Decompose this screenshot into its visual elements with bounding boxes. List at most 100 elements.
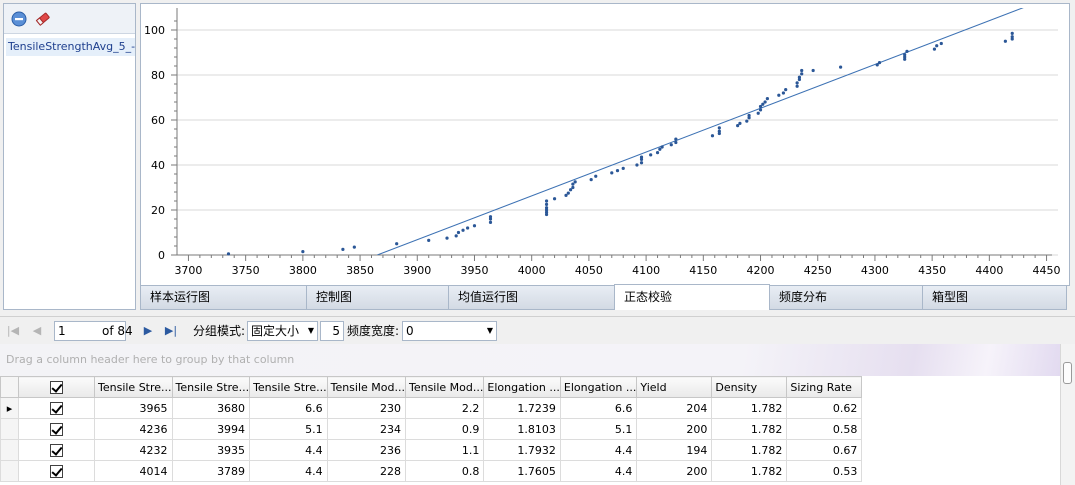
- table-cell[interactable]: 0.8: [404, 460, 485, 482]
- group-size-input[interactable]: 5: [320, 321, 344, 341]
- chevron-down-icon: ▼: [307, 326, 314, 335]
- series-list-item[interactable]: TensileStrengthAvg_5_-85: [6, 38, 135, 56]
- table-row[interactable]: ▸ 3965 3680 6.6 230 2.2 1.7239 6.6 204 1…: [0, 397, 863, 419]
- column-header[interactable]: Tensile Mod...: [404, 376, 485, 398]
- data-point: [761, 102, 765, 106]
- data-point: [756, 111, 760, 115]
- table-cell[interactable]: 3789: [171, 460, 251, 482]
- column-header[interactable]: Tensile Stre...: [249, 376, 328, 398]
- next-page-icon[interactable]: ▶: [141, 324, 155, 338]
- data-point: [717, 129, 721, 133]
- data-point: [615, 169, 620, 173]
- tab-control-chart[interactable]: 控制图: [306, 285, 449, 310]
- checkbox-icon: [50, 380, 63, 394]
- group-by-panel[interactable]: Drag a column header here to group by th…: [0, 344, 1060, 376]
- x-tick-label: 4450: [1033, 264, 1061, 277]
- table-cell[interactable]: 236: [326, 439, 406, 461]
- table-cell[interactable]: 228: [326, 460, 406, 482]
- vertical-scrollbar[interactable]: [1060, 344, 1075, 485]
- table-cell[interactable]: 4236: [94, 418, 173, 440]
- table-cell[interactable]: 200: [636, 460, 713, 482]
- table-cell[interactable]: 4232: [94, 439, 173, 461]
- column-header[interactable]: Density: [711, 376, 788, 398]
- scrollbar-thumb[interactable]: [1063, 362, 1072, 384]
- table-cell[interactable]: 6.6: [559, 397, 638, 419]
- table-cell[interactable]: 4014: [94, 460, 173, 482]
- table-cell[interactable]: 1.8103: [483, 418, 561, 440]
- data-point: [795, 84, 799, 88]
- data-point: [427, 238, 431, 242]
- table-cell[interactable]: 3935: [171, 439, 251, 461]
- tab-box-plot[interactable]: 箱型图: [922, 285, 1067, 310]
- tab-mean-run-chart[interactable]: 均值运行图: [448, 285, 615, 310]
- table-cell[interactable]: 5.1: [249, 418, 328, 440]
- table-row[interactable]: 4014 3789 4.4 228 0.8 1.7605 4.4 200 1.7…: [0, 460, 863, 482]
- row-checkbox[interactable]: [18, 418, 95, 440]
- table-cell[interactable]: 6.6: [249, 397, 328, 419]
- table-cell[interactable]: 3965: [94, 397, 173, 419]
- column-header[interactable]: Tensile Stre...: [171, 376, 251, 398]
- minus-circle-icon[interactable]: [11, 11, 27, 27]
- table-cell[interactable]: 4.4: [249, 439, 328, 461]
- x-tick-label: 4250: [804, 264, 832, 277]
- tab-sample-run-chart[interactable]: 样本运行图: [140, 285, 307, 310]
- last-page-icon[interactable]: ▶|: [164, 324, 178, 338]
- table-row[interactable]: 4236 3994 5.1 234 0.9 1.8103 5.1 200 1.7…: [0, 418, 863, 440]
- table-cell[interactable]: 0.58: [786, 418, 863, 440]
- table-cell[interactable]: 4.4: [559, 439, 638, 461]
- x-tick-label: 4000: [518, 264, 546, 277]
- data-point: [763, 100, 767, 104]
- table-cell[interactable]: 1.7932: [483, 439, 561, 461]
- table-cell[interactable]: 0.62: [786, 397, 863, 419]
- table-cell[interactable]: 3680: [171, 397, 251, 419]
- table-cell[interactable]: 194: [636, 439, 713, 461]
- table-cell[interactable]: 1.7239: [483, 397, 561, 419]
- table-cell[interactable]: 1.782: [711, 460, 788, 482]
- previous-page-icon[interactable]: ◀: [30, 324, 44, 338]
- table-cell[interactable]: 1.782: [711, 439, 788, 461]
- select-all-checkbox[interactable]: [18, 376, 95, 398]
- table-cell[interactable]: 0.53: [786, 460, 863, 482]
- table-cell[interactable]: 2.2: [404, 397, 485, 419]
- table-cell[interactable]: 4.4: [559, 460, 638, 482]
- table-cell[interactable]: 0.9: [404, 418, 485, 440]
- data-point: [1003, 39, 1007, 43]
- table-cell[interactable]: 1.1: [404, 439, 485, 461]
- data-point: [758, 108, 763, 112]
- column-header[interactable]: Elongation ...: [559, 376, 638, 398]
- row-indicator: [0, 418, 19, 440]
- normality-chart: 0 20 40 60 80 100 3700 3750 3800 3850 3900 3950 4000…: [140, 3, 1070, 286]
- table-cell[interactable]: 230: [326, 397, 406, 419]
- table-cell[interactable]: 200: [636, 418, 713, 440]
- table-row[interactable]: 4232 3935 4.4 236 1.1 1.7932 4.4 194 1.7…: [0, 439, 863, 461]
- table-cell[interactable]: 4.4: [249, 460, 328, 482]
- group-mode-value: 固定大小: [251, 324, 300, 338]
- data-point: [594, 174, 598, 178]
- table-cell[interactable]: 1.782: [711, 418, 788, 440]
- table-cell[interactable]: 204: [636, 397, 713, 419]
- x-tick-label: 3800: [289, 264, 317, 277]
- eraser-icon[interactable]: [35, 11, 51, 27]
- column-header[interactable]: Elongation ...: [483, 376, 561, 398]
- data-point: [800, 72, 804, 76]
- frequency-width-select[interactable]: 0 ▼: [402, 321, 497, 341]
- row-checkbox[interactable]: [18, 439, 95, 461]
- data-point: [552, 197, 557, 201]
- table-cell[interactable]: 0.67: [786, 439, 863, 461]
- column-header[interactable]: Yield: [636, 376, 713, 398]
- first-page-icon[interactable]: |◀: [6, 324, 20, 338]
- column-header[interactable]: Tensile Stre...: [94, 376, 173, 398]
- row-checkbox[interactable]: [18, 397, 95, 419]
- row-checkbox[interactable]: [18, 460, 95, 482]
- column-header[interactable]: Sizing Rate: [786, 376, 863, 398]
- table-cell[interactable]: 1.7605: [483, 460, 561, 482]
- table-cell[interactable]: 1.782: [711, 397, 788, 419]
- tab-frequency-distribution[interactable]: 频度分布: [769, 285, 923, 310]
- table-cell[interactable]: 5.1: [559, 418, 638, 440]
- table-cell[interactable]: 234: [326, 418, 406, 440]
- group-mode-select[interactable]: 固定大小 ▼: [247, 321, 318, 341]
- tab-normality-test[interactable]: 正态校验: [614, 284, 770, 310]
- frequency-width-value: 0: [406, 324, 414, 338]
- table-cell[interactable]: 3994: [171, 418, 251, 440]
- column-header[interactable]: Tensile Mod...: [326, 376, 406, 398]
